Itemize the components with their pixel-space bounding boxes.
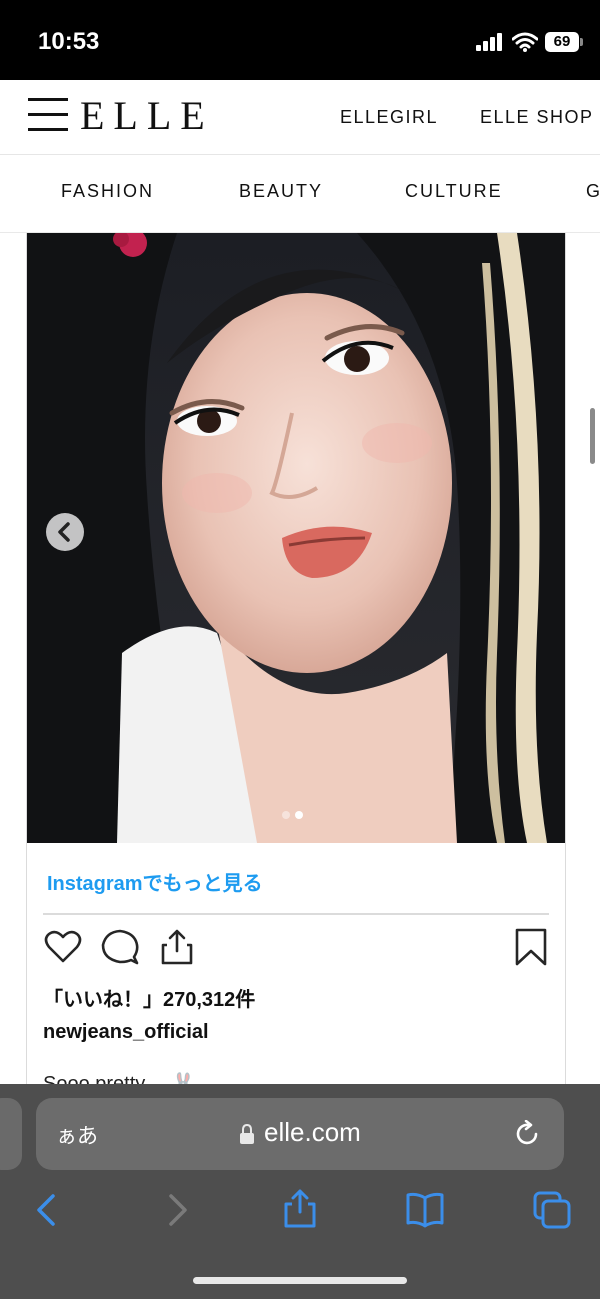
username[interactable]: newjeans_official xyxy=(43,1021,209,1044)
category-nav: FASHION BEAUTY CULTURE G xyxy=(0,156,600,233)
carousel-prev-button[interactable] xyxy=(46,513,84,551)
url-text[interactable]: elle.com xyxy=(264,1117,361,1148)
nav-culture[interactable]: CULTURE xyxy=(405,181,503,202)
instagram-embed: Instagramでもっと見る 「いいね！」270,312件 newjeans_… xyxy=(26,233,566,1085)
share-sheet-icon[interactable] xyxy=(280,1188,320,1228)
scrollbar[interactable] xyxy=(590,408,595,464)
likes-count: 「いいね！」270,312件 xyxy=(43,989,256,1011)
heart-icon[interactable] xyxy=(43,927,83,967)
wifi-icon xyxy=(512,32,538,52)
menu-icon[interactable] xyxy=(28,98,68,132)
ellegirl-link[interactable]: ELLEGIRL xyxy=(340,107,438,128)
bookmark-icon[interactable] xyxy=(511,927,551,967)
reload-icon[interactable] xyxy=(514,1120,542,1148)
back-icon[interactable] xyxy=(28,1190,68,1230)
view-more-on-instagram-link[interactable]: Instagramでもっと見る xyxy=(47,867,263,896)
address-bar[interactable]: ぁあ elle.com xyxy=(36,1098,564,1170)
carousel-dot xyxy=(282,811,290,819)
previous-tab-preview[interactable] xyxy=(0,1098,22,1170)
page-settings-button[interactable]: ぁあ xyxy=(56,1120,98,1150)
safari-toolbar: ぁあ elle.com xyxy=(0,1084,600,1299)
divider xyxy=(43,913,549,915)
comment-icon[interactable] xyxy=(100,927,140,967)
tabs-icon[interactable] xyxy=(532,1190,572,1230)
status-time: 10:53 xyxy=(38,28,100,55)
battery-icon xyxy=(580,38,583,46)
bookmarks-icon[interactable] xyxy=(405,1190,445,1230)
site-logo[interactable]: ELLE xyxy=(80,92,214,139)
home-indicator xyxy=(193,1277,407,1284)
elle-shop-link[interactable]: ELLE SHOP xyxy=(480,107,594,128)
carousel-dots xyxy=(282,811,312,821)
share-icon[interactable] xyxy=(157,927,197,967)
forward-icon[interactable] xyxy=(156,1190,196,1230)
nav-next-category[interactable]: G xyxy=(586,181,600,202)
chevron-left-icon xyxy=(58,522,70,542)
lock-icon xyxy=(240,1124,254,1144)
carousel-dot xyxy=(295,811,303,819)
caption: Sooo pretty… 🐰 xyxy=(43,1073,196,1085)
nav-beauty[interactable]: BEAUTY xyxy=(239,181,323,202)
nav-fashion[interactable]: FASHION xyxy=(61,181,154,202)
battery-level: 69 xyxy=(545,32,579,52)
site-header: ELLE ELLEGIRL ELLE SHOP xyxy=(0,80,600,155)
cellular-signal-icon xyxy=(476,33,504,51)
status-bar: 10:53 69 xyxy=(0,0,600,80)
post-photo[interactable] xyxy=(27,233,565,843)
